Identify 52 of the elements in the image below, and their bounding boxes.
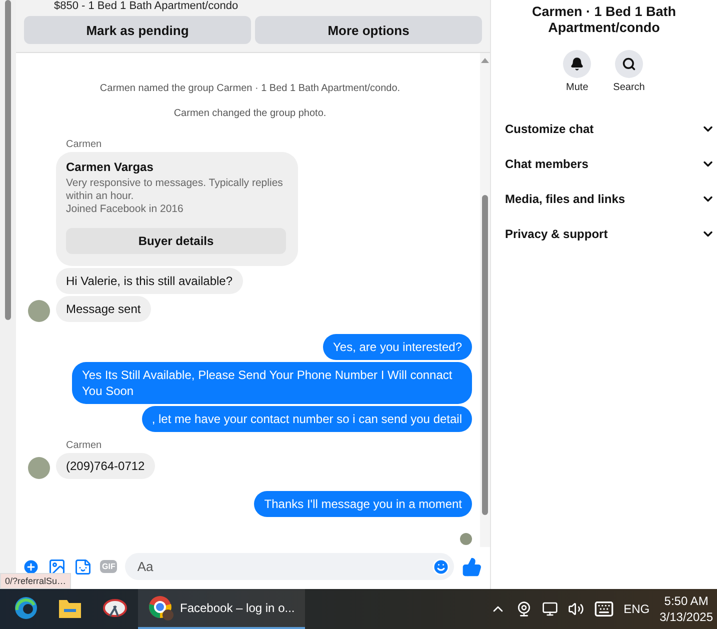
message-bubble: Message sent (56, 296, 151, 322)
message-bubble: Hi Valerie, is this still available? (56, 268, 243, 294)
bell-icon (570, 57, 584, 71)
clock[interactable]: 5:50 AM 3/13/2025 (660, 593, 713, 625)
profile-info: Very responsive to messages. Typically replies within an hour. (66, 177, 284, 203)
taskbar-app[interactable]: Facebook – log in o... (138, 589, 305, 629)
sticker-icon[interactable] (74, 558, 92, 576)
scrollbar-thumb[interactable] (482, 195, 488, 515)
buyer-details-button[interactable]: Buyer details (66, 228, 286, 254)
volume-icon[interactable] (568, 601, 584, 617)
message-field[interactable]: Aa (125, 553, 454, 580)
photo-icon[interactable] (48, 558, 66, 576)
browser-icon (148, 595, 174, 621)
language-indicator[interactable]: ENG (624, 602, 650, 616)
camera-icon[interactable] (516, 601, 532, 617)
sender-name: Carmen (65, 139, 103, 150)
listing-title: $850 - 1 Bed 1 Bath Apartment/condo (53, 0, 240, 12)
quick-action-button[interactable] (615, 50, 643, 78)
quick-action-label: Mute (566, 82, 588, 93)
sender-name: Carmen (65, 440, 103, 451)
message-bubble: Yes Its Still Available, Please Send Your Phone Number I Will connact You Soon (72, 362, 472, 404)
message-bubble: , let me have your contact number so i can send you detail (142, 406, 472, 432)
quick-action-label: Search (613, 82, 645, 93)
thumbs-up-icon[interactable] (462, 556, 482, 576)
section-header[interactable]: Privacy & support (491, 216, 717, 251)
search-icon (622, 57, 636, 71)
quick-action-button[interactable] (563, 50, 592, 78)
browser-icon (14, 596, 38, 620)
group-notice: Carmen changed the group photo. (172, 108, 328, 119)
network-icon[interactable] (542, 601, 558, 617)
read-receipt-avatar (460, 533, 472, 545)
chat-title: Carmen · 1 Bed 1 Bath Apartment/condo (530, 4, 678, 36)
keyboard-icon[interactable] (594, 599, 614, 619)
scroll-up-icon[interactable] (481, 57, 489, 65)
profile-info: Joined Facebook in 2016 (66, 203, 184, 216)
action-button[interactable]: More options (255, 16, 482, 44)
message-input[interactable]: Aa (135, 558, 432, 575)
profile-name: Carmen Vargas (66, 160, 154, 174)
section-header[interactable]: Media, files and links (491, 181, 717, 216)
emoji-icon[interactable] (432, 558, 450, 576)
section-header[interactable]: Chat members (491, 146, 717, 181)
app-title: Facebook – log in o... (180, 601, 295, 615)
section-header[interactable]: Customize chat (491, 111, 717, 146)
add-icon[interactable] (22, 558, 40, 576)
message-bubble: (209)764-0712 (56, 453, 155, 479)
scrollbar-thumb[interactable] (5, 0, 11, 320)
folder-icon (58, 597, 82, 619)
message-bubble: Yes, are you interested? (323, 334, 472, 360)
action-button[interactable]: Mark as pending (24, 16, 251, 44)
status-url: 0/?referralSu… (0, 573, 72, 589)
group-notice: Carmen named the group Carmen · 1 Bed 1 Bath Apartment/condo. (98, 83, 402, 94)
message-bubble: Thanks I'll message you in a moment (254, 491, 472, 517)
